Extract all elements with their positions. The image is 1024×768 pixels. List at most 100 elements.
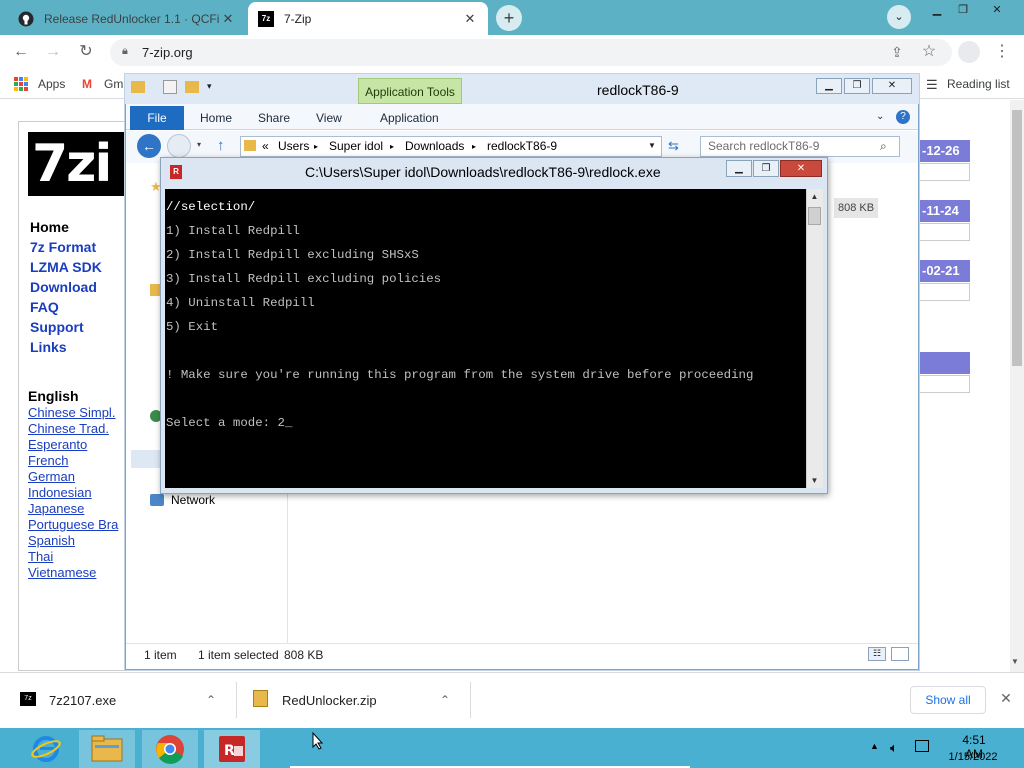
search-icon[interactable]: ⌕	[880, 139, 887, 154]
clock-date[interactable]: 1/15/2022	[944, 751, 1002, 763]
network-icon[interactable]	[150, 494, 164, 506]
new-tab-button[interactable]: +	[496, 5, 522, 31]
refresh-icon[interactable]: ⇆	[668, 138, 679, 154]
console-close-icon[interactable]: ✕	[780, 160, 822, 177]
reading-list-icon[interactable]: ☰	[926, 77, 938, 93]
restore-icon[interactable]: ❐	[952, 2, 974, 18]
breadcrumb-downloads[interactable]: Downloads	[405, 139, 464, 153]
breadcrumb-overflow[interactable]: «	[262, 139, 269, 153]
back-icon[interactable]: ←	[12, 43, 30, 61]
lang-vietnamese[interactable]: Vietnamese	[28, 565, 96, 580]
reading-list[interactable]: Reading list	[947, 77, 1010, 91]
ribbon-tab-home[interactable]: Home	[200, 111, 232, 125]
details-view-icon[interactable]: ☷	[868, 647, 886, 661]
lang-french[interactable]: French	[28, 453, 68, 468]
url-text[interactable]: 7-zip.org	[142, 45, 193, 60]
lang-esperanto[interactable]: Esperanto	[28, 437, 87, 452]
nav-7z-format[interactable]: 7z Format	[30, 239, 96, 255]
ribbon-tab-application[interactable]: Application	[380, 111, 439, 125]
tab-7zip[interactable]: 7z 7-Zip ✕	[248, 2, 488, 35]
gmail-icon[interactable]: M	[82, 77, 92, 91]
file-size-cell[interactable]: 808 KB	[834, 198, 878, 218]
nav-lzma-sdk[interactable]: LZMA SDK	[30, 259, 102, 275]
console-text[interactable]: //selection/ 1) Install Redpill 2) Insta…	[166, 189, 804, 441]
quick-access-dropdown-icon[interactable]: ▾	[207, 81, 212, 92]
properties-icon[interactable]	[163, 80, 177, 94]
close-tab-icon[interactable]: ✕	[462, 11, 478, 27]
breadcrumb-users[interactable]: Users	[278, 139, 309, 153]
nav-home[interactable]: Home	[30, 219, 69, 235]
close-tab-icon[interactable]: ✕	[220, 11, 236, 27]
redlock-taskbar-icon[interactable]: R	[204, 730, 260, 768]
file-explorer-icon[interactable]	[79, 730, 135, 768]
reload-icon[interactable]: ↻	[77, 43, 95, 61]
download-options-chevron-icon[interactable]: ⌃	[206, 693, 216, 707]
help-icon[interactable]: ?	[896, 110, 910, 124]
address-bar[interactable]	[110, 39, 952, 66]
forward-icon[interactable]: →	[44, 43, 62, 61]
bookmark-gmail[interactable]: Gm	[104, 77, 123, 91]
console-scroll-up-icon[interactable]: ▲	[806, 192, 823, 201]
ribbon-expand-chevron-icon[interactable]: ⌄	[876, 111, 884, 122]
console-scroll-down-icon[interactable]: ▼	[806, 476, 823, 485]
show-hidden-icons-chevron-icon[interactable]: ▲	[870, 741, 879, 751]
download-redunlocker-zip[interactable]: RedUnlocker.zip	[282, 693, 377, 708]
ribbon-tab-share[interactable]: Share	[258, 111, 290, 125]
lang-spanish[interactable]: Spanish	[28, 533, 75, 548]
minimize-icon[interactable]: ▁	[926, 2, 948, 18]
explorer-restore-icon[interactable]: ❐	[844, 78, 870, 94]
scroll-down-icon[interactable]: ▼	[1011, 657, 1019, 666]
breadcrumb-separator-icon[interactable]: ▸	[472, 142, 476, 151]
up-arrow-icon[interactable]: ↑	[217, 137, 225, 154]
address-dropdown-icon[interactable]: ▼	[648, 141, 656, 150]
lang-thai[interactable]: Thai	[28, 549, 53, 564]
nav-links[interactable]: Links	[30, 339, 67, 355]
network-tray-icon[interactable]	[915, 740, 929, 752]
bookmark-apps[interactable]: Apps	[38, 77, 65, 91]
download-options-chevron-icon[interactable]: ⌃	[440, 693, 450, 707]
ribbon-tab-view[interactable]: View	[316, 111, 342, 125]
volume-icon[interactable]: 🔈︎	[890, 740, 898, 756]
explorer-back-icon[interactable]: ←	[137, 134, 161, 158]
close-shelf-icon[interactable]: ✕	[998, 690, 1014, 707]
tab-redunlocker-release[interactable]: Release RedUnlocker 1.1 · QCFiur ✕	[8, 2, 246, 35]
tab-search-chevron-icon[interactable]: ⌄	[887, 5, 911, 29]
lang-chinese-traditional[interactable]: Chinese Trad.	[28, 421, 109, 436]
breadcrumb-separator-icon[interactable]: ▸	[390, 142, 394, 151]
share-icon[interactable]: ⇪	[888, 43, 906, 61]
explorer-minimize-icon[interactable]: ▁	[816, 78, 842, 94]
chrome-icon[interactable]	[142, 730, 198, 768]
breadcrumb-separator-icon[interactable]: ▸	[314, 142, 318, 151]
console-scrollbar[interactable]	[806, 189, 823, 488]
lang-german[interactable]: German	[28, 469, 75, 484]
nav-support[interactable]: Support	[30, 319, 84, 335]
menu-kebab-icon[interactable]: ⋮	[993, 43, 1011, 61]
profile-avatar-icon[interactable]	[958, 41, 980, 63]
internet-explorer-icon[interactable]	[18, 730, 74, 768]
lock-icon[interactable]: 🔒︎	[122, 45, 128, 58]
lang-japanese[interactable]: Japanese	[28, 501, 84, 516]
explorer-titlebar[interactable]	[125, 74, 919, 104]
console-restore-icon[interactable]: ❐	[753, 160, 779, 177]
apps-grid-icon[interactable]	[14, 77, 28, 91]
recent-locations-icon[interactable]: ▾	[197, 140, 201, 149]
ribbon-tab-file[interactable]: File	[130, 106, 184, 130]
nav-download[interactable]: Download	[30, 279, 97, 295]
bookmark-star-icon[interactable]: ☆	[920, 43, 938, 61]
lang-indonesian[interactable]: Indonesian	[28, 485, 92, 500]
new-folder-icon[interactable]	[185, 81, 199, 93]
download-7z2107[interactable]: 7z2107.exe	[49, 693, 116, 708]
nav-network[interactable]: Network	[171, 493, 215, 507]
this-pc-item[interactable]	[131, 450, 161, 468]
page-scrollbar-thumb[interactable]	[1012, 110, 1022, 366]
console-minimize-icon[interactable]: ▁	[726, 160, 752, 177]
explorer-forward-icon[interactable]	[167, 134, 191, 158]
breadcrumb-super-idol[interactable]: Super idol	[329, 139, 383, 153]
show-all-button[interactable]: Show all	[910, 686, 986, 714]
lang-chinese-simplified[interactable]: Chinese Simpl.	[28, 405, 115, 420]
close-window-icon[interactable]: ✕	[986, 2, 1008, 18]
lang-portuguese[interactable]: Portuguese Bra	[28, 517, 124, 532]
breadcrumb-redlock[interactable]: redlockT86-9	[487, 139, 557, 153]
large-icons-view-icon[interactable]	[891, 647, 909, 661]
nav-faq[interactable]: FAQ	[30, 299, 59, 315]
